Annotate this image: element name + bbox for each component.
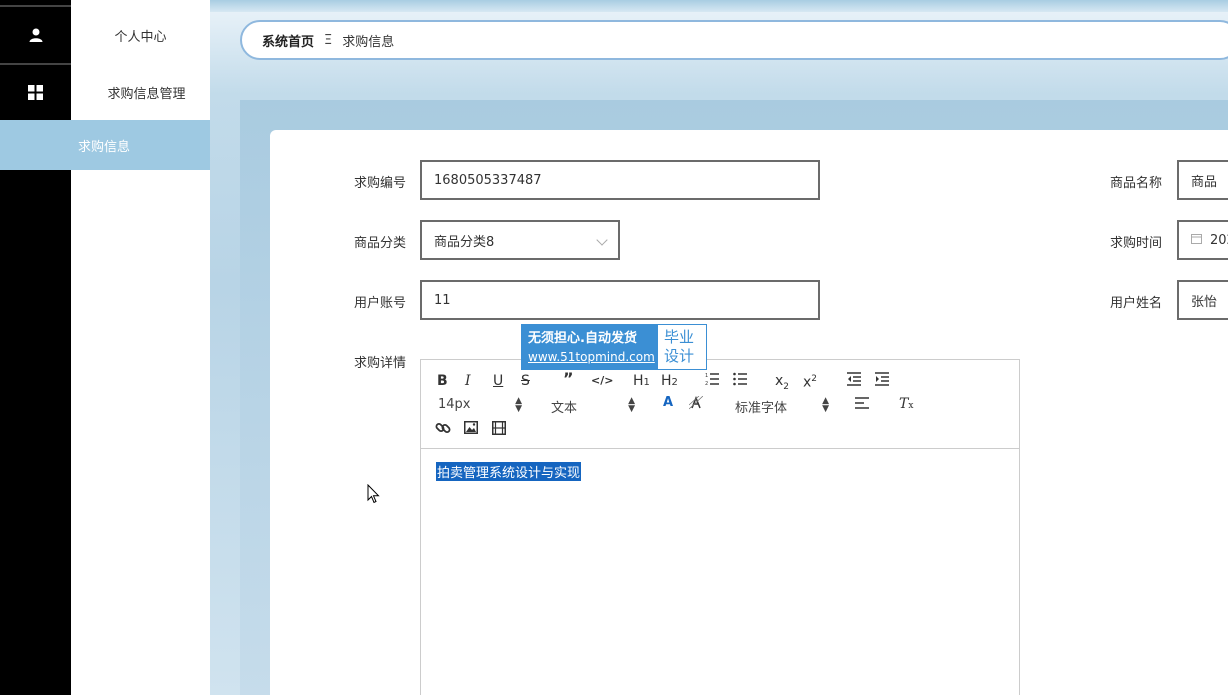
breadcrumb-home[interactable]: 系统首页 bbox=[262, 31, 314, 50]
sidebar-item-purchase-management[interactable]: 求购信息管理 bbox=[0, 64, 210, 120]
user-name-label: 用户姓名 bbox=[1110, 296, 1163, 311]
category-select[interactable]: 商品分类8 bbox=[420, 220, 620, 260]
category-value: 商品分类8 bbox=[434, 234, 495, 250]
calendar-icon bbox=[1191, 233, 1202, 247]
product-name-label: 商品名称 bbox=[1110, 176, 1163, 191]
background-color-icon[interactable] bbox=[688, 395, 704, 414]
breadcrumb-current: 求购信息 bbox=[342, 34, 395, 50]
updown-arrow-icon: ▲ ▼ bbox=[515, 396, 522, 414]
purchase-time-value: 202 bbox=[1210, 232, 1228, 248]
watermark-badge: 无须担心.自动发货 www.51topmind.com 毕业 设计 bbox=[521, 324, 707, 370]
indent-icon[interactable] bbox=[875, 372, 889, 390]
bullet-list-icon[interactable] bbox=[733, 372, 747, 390]
subscript-icon[interactable]: x2 bbox=[775, 373, 789, 395]
sidebar-item-purchase-info[interactable]: 求购信息 bbox=[0, 120, 210, 170]
heading-1-icon[interactable]: H1 bbox=[633, 373, 650, 391]
clear-format-icon[interactable]: Tx bbox=[899, 396, 913, 414]
italic-icon[interactable]: I bbox=[465, 373, 471, 389]
font-family-value: 标准字体 bbox=[735, 401, 788, 416]
watermark-right2: 设计 bbox=[664, 347, 695, 365]
purchase-no-value: 1680505337487 bbox=[434, 172, 542, 188]
top-strip bbox=[210, 0, 1228, 12]
product-name-field[interactable]: 商品 bbox=[1177, 160, 1228, 200]
watermark-line2: www.51topmind.com bbox=[528, 350, 655, 364]
image-icon[interactable] bbox=[464, 421, 478, 438]
watermark-line1: 无须担心.自动发货 bbox=[528, 331, 637, 346]
sidebar-item-personal-center[interactable]: 个人中心 bbox=[0, 7, 210, 63]
strikethrough-icon[interactable]: S bbox=[521, 373, 530, 389]
category-label: 商品分类 bbox=[354, 236, 407, 251]
account-label: 用户账号 bbox=[354, 296, 407, 311]
user-icon bbox=[0, 7, 71, 63]
editor-toolbar: B I U S ” </> H1 H2 12 x2 x2 14px ▲ ▼ 文本 … bbox=[421, 360, 1019, 449]
updown-arrow-icon: ▲ ▼ bbox=[822, 396, 829, 414]
breadcrumb: 系统首页 Ξ 求购信息 bbox=[240, 20, 1228, 60]
purchase-time-field[interactable]: 202 bbox=[1177, 220, 1228, 260]
purchase-no-label: 求购编号 bbox=[354, 176, 407, 191]
bold-icon[interactable]: B bbox=[437, 373, 448, 389]
watermark-right1: 毕业 bbox=[664, 328, 695, 346]
grid-icon bbox=[0, 64, 71, 120]
updown-arrow-icon: ▲ ▼ bbox=[628, 396, 635, 414]
link-icon[interactable] bbox=[435, 420, 451, 440]
font-color-icon[interactable]: A bbox=[663, 395, 673, 411]
editor-content-area[interactable]: 拍卖管理系统设计与实现 bbox=[421, 450, 1019, 695]
sidebar-item-label: 个人中心 bbox=[114, 29, 167, 45]
purchase-no-field[interactable]: 1680505337487 bbox=[420, 160, 820, 200]
font-size-value: 14px bbox=[438, 397, 471, 412]
mouse-pointer-icon bbox=[367, 483, 381, 508]
svg-text:2: 2 bbox=[705, 381, 708, 386]
paragraph-select[interactable]: 文本 ▲ ▼ bbox=[551, 396, 635, 417]
video-icon[interactable] bbox=[492, 421, 506, 439]
superscript-icon[interactable]: x2 bbox=[803, 371, 817, 391]
chevron-down-icon bbox=[596, 234, 608, 246]
underline-icon[interactable]: U bbox=[493, 373, 503, 389]
ordered-list-icon[interactable]: 12 bbox=[705, 372, 719, 390]
product-name-value: 商品 bbox=[1191, 174, 1218, 190]
code-block-icon[interactable]: </> bbox=[591, 373, 613, 389]
account-field[interactable]: 11 bbox=[420, 280, 820, 320]
user-name-field[interactable]: 张怡 bbox=[1177, 280, 1228, 320]
editor-selected-text: 拍卖管理系统设计与实现 bbox=[436, 462, 582, 481]
align-icon[interactable] bbox=[855, 397, 869, 414]
sidebar-item-label: 求购信息管理 bbox=[107, 86, 186, 102]
details-label: 求购详情 bbox=[354, 356, 407, 371]
heading-2-icon[interactable]: H2 bbox=[661, 373, 678, 391]
font-size-select[interactable]: 14px ▲ ▼ bbox=[438, 396, 522, 414]
paragraph-value: 文本 bbox=[551, 401, 578, 416]
user-name-value: 张怡 bbox=[1191, 294, 1218, 310]
svg-text:1: 1 bbox=[705, 373, 708, 379]
breadcrumb-separator: Ξ bbox=[324, 32, 333, 48]
font-family-select[interactable]: 标准字体 ▲ ▼ bbox=[735, 396, 829, 417]
rich-text-editor[interactable]: B I U S ” </> H1 H2 12 x2 x2 14px ▲ ▼ 文本 … bbox=[420, 359, 1020, 695]
blockquote-icon[interactable]: ” bbox=[563, 371, 574, 387]
account-value: 11 bbox=[434, 292, 451, 308]
outdent-icon[interactable] bbox=[847, 372, 861, 390]
purchase-time-label: 求购时间 bbox=[1110, 236, 1163, 251]
